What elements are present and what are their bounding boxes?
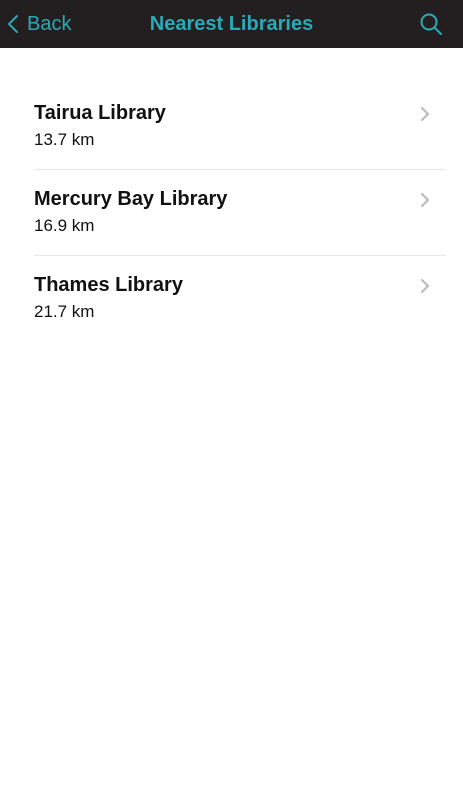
list-item-tairua-library[interactable]: Tairua Library 13.7 km bbox=[34, 84, 446, 170]
library-list: Tairua Library 13.7 km Mercury Bay Libra… bbox=[0, 84, 463, 342]
library-name: Mercury Bay Library bbox=[34, 188, 228, 210]
search-button[interactable] bbox=[419, 12, 443, 36]
library-distance: 16.9 km bbox=[34, 216, 95, 235]
library-distance: 13.7 km bbox=[34, 130, 95, 149]
list-item-thames-library[interactable]: Thames Library 21.7 km bbox=[34, 256, 446, 342]
chevron-right-icon bbox=[420, 106, 430, 122]
list-item-mercury-bay-library[interactable]: Mercury Bay Library 16.9 km bbox=[34, 170, 446, 256]
library-name: Tairua Library bbox=[34, 102, 166, 124]
navigation-bar: Back Nearest Libraries bbox=[0, 0, 463, 48]
search-icon bbox=[419, 12, 443, 36]
chevron-right-icon bbox=[420, 278, 430, 294]
chevron-right-icon bbox=[420, 192, 430, 208]
chevron-left-icon bbox=[7, 14, 19, 34]
back-button[interactable]: Back bbox=[7, 0, 71, 48]
library-name: Thames Library bbox=[34, 274, 183, 296]
library-distance: 21.7 km bbox=[34, 302, 95, 321]
back-label: Back bbox=[27, 12, 72, 35]
